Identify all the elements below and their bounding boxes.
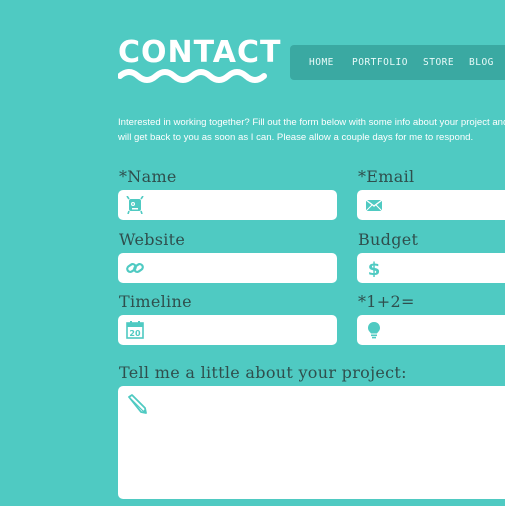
nav-home[interactable]: HOME [309,45,334,80]
captcha-field[interactable] [357,315,505,345]
website-label: Website [119,230,186,249]
link-icon [126,263,144,273]
project-label: Tell me a little about your project: [119,363,407,382]
main-nav: HOME PORTFOLIO STORE BLOG [290,45,505,80]
wave-decoration [118,69,267,83]
name-label: *Name [119,167,177,186]
nav-blog[interactable]: BLOG [469,45,494,80]
site-logo[interactable]: CONTACT [118,35,282,88]
website-field[interactable] [118,253,337,283]
logo-text: CONTACT [118,35,282,70]
timeline-field[interactable]: 20 [118,315,337,345]
nav-portfolio[interactable]: PORTFOLIO [352,45,408,80]
calendar-icon: 20 [126,321,144,339]
intro-text: Interested in working together? Fill out… [118,117,505,143]
nav-store[interactable]: STORE [423,45,454,80]
dollar-icon: $ [368,259,381,277]
budget-label: Budget [358,230,419,249]
name-field[interactable] [118,190,337,220]
calendar-day: 20 [129,329,141,338]
timeline-label: Timeline [119,292,192,311]
email-label: *Email [358,167,415,186]
project-textarea[interactable] [118,386,505,499]
captcha-label: *1+2= [358,292,415,311]
lightbulb-icon [368,322,380,339]
envelope-icon [365,199,383,212]
email-field[interactable] [357,190,505,220]
monster-icon [126,196,144,214]
budget-field[interactable]: $ [357,253,505,283]
svg-text:$: $ [368,259,381,277]
pencil-icon [128,394,147,414]
